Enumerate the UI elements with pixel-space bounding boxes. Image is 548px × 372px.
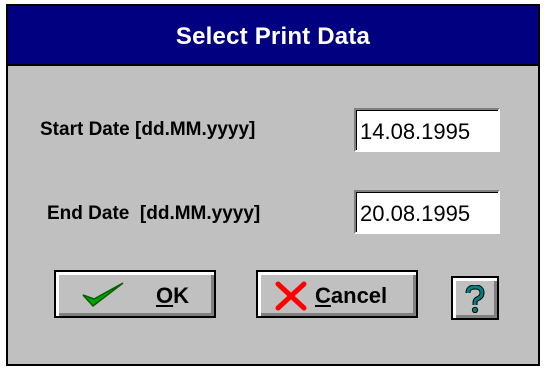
title-bar[interactable]: Select Print Data <box>8 6 538 66</box>
dialog-title: Select Print Data <box>175 23 371 50</box>
end-date-input[interactable]: 20.08.1995 <box>354 190 500 234</box>
start-date-label: Start Date [dd.MM.yyyy] <box>40 119 256 140</box>
cancel-label: Cancel <box>315 283 388 308</box>
cancel-button[interactable]: Cancel <box>256 270 418 318</box>
x-icon <box>275 281 307 311</box>
start-date-input[interactable]: 14.08.1995 <box>354 108 500 152</box>
ok-button[interactable]: OK <box>54 270 216 318</box>
checkmark-icon <box>82 282 124 308</box>
ok-label: OK <box>156 283 190 308</box>
print-data-dialog: Select Print Data Start Date [dd.MM.yyyy… <box>6 4 540 366</box>
end-date-label: End Date [dd.MM.yyyy] <box>47 203 261 224</box>
help-button[interactable] <box>451 276 499 320</box>
question-icon <box>465 285 485 313</box>
